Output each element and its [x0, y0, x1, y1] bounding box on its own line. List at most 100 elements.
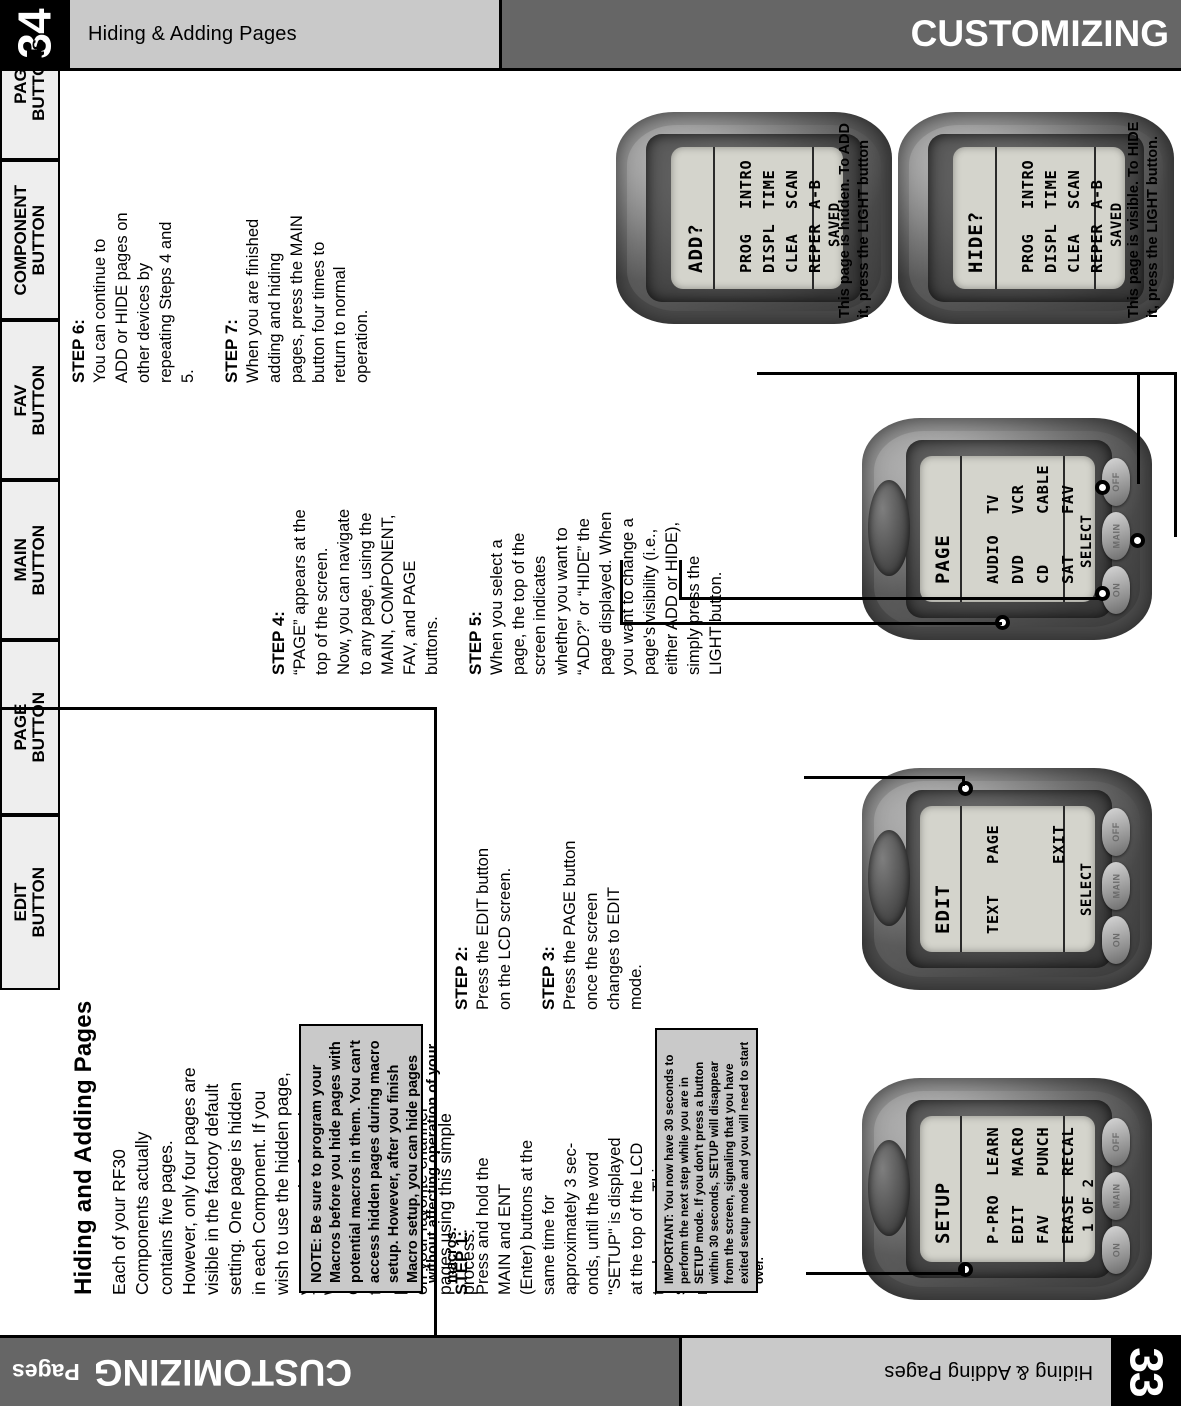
lcd-setup-row3-right: RECAL [1059, 1126, 1077, 1176]
lcd-page-row2-left: CD [1034, 564, 1052, 584]
lcd-setup-row0-right: LEARN [984, 1126, 1002, 1176]
lcd-setup-row1-right: MACRO [1009, 1126, 1027, 1176]
lcd-screen-add: ADD? PROG INTRO DISPL TIME CLEA SCAN REP… [671, 147, 843, 289]
caption-hide-screen: This page is visible. To HIDE it, press … [1126, 121, 1161, 318]
lcd-edit-softkey: SELECT [1079, 862, 1095, 916]
step-4-label: STEP 4: [269, 611, 288, 675]
step-2-label: STEP 2: [452, 946, 471, 1010]
on-button-setup-label: ON [1111, 1242, 1121, 1258]
section-sub-bottom-text: Pages [12, 1359, 80, 1386]
step-5-text: When you select a page, the top of the s… [487, 511, 725, 675]
main-button[interactable]: MAIN [1102, 512, 1130, 560]
step-7-text: When you are finished adding and hiding … [243, 215, 372, 383]
off-button-label: OFF [1111, 472, 1121, 492]
main-button-edit-label: MAIN [1111, 873, 1121, 899]
lcd-edit-title: EDIT [932, 884, 954, 934]
step-2-text: Press the EDIT button on the LCD screen. [474, 847, 514, 1010]
main-button-edit[interactable]: MAIN [1102, 862, 1130, 910]
section-title-bottom: CUSTOMIZING Pages [0, 1338, 679, 1406]
lcd-setup-row1-left: EDIT [1009, 1204, 1027, 1244]
lcd-add-row0-left: PROG [737, 233, 755, 273]
lcd-screen-setup: SETUP P-PRO LEARN EDIT MACRO FAV PUNCH E… [920, 1116, 1095, 1262]
lcd-setup-row3-left: ERASE [1059, 1194, 1077, 1244]
header-rule-bottom [0, 1335, 1181, 1338]
lcd-page-title: PAGE [932, 534, 954, 584]
leader-line-10 [806, 1272, 964, 1275]
steps-column-top: STEP 6: You can continue to ADD or HIDE … [69, 83, 396, 383]
lcd-edit-row0-right: PAGE [984, 824, 1002, 864]
header-rule-top [0, 68, 1181, 71]
lcd-page-row1-right: VCR [1009, 484, 1027, 515]
lcd-page-row0-right: TV [984, 494, 1002, 514]
leader-line-11 [962, 1266, 965, 1276]
leader-line-1 [757, 372, 1177, 375]
running-head-top-text: Hiding & Adding Pages [88, 22, 297, 45]
callout-main-button: MAIN BUTTON [0, 480, 60, 640]
leader-dot-page-button [958, 781, 973, 796]
lcd-hide-softkey: SAVED [1109, 202, 1125, 247]
lcd-page-row0-left: AUDIO [984, 534, 1002, 584]
lcd-hide-row1-left: DISPL [1042, 223, 1060, 273]
lcd-add-row3-left: REPER [806, 223, 824, 273]
remote-device-page: PAGE AUDIO TV DVD VCR CD CABLE SAT FAV S… [862, 418, 1152, 640]
on-button-setup[interactable]: ON [1102, 1226, 1130, 1274]
page-header-bottom: 33 Hiding & Adding Pages CUSTOMIZING Pag… [0, 1338, 1181, 1406]
lcd-add-title: ADD? [685, 223, 707, 273]
leader-line-4 [679, 597, 1099, 600]
callout-component-button-label: COMPONENT BUTTON [11, 184, 48, 296]
step-4-text: “PAGE” appears at the top of the screen.… [291, 508, 441, 675]
step-5-label: STEP 5: [465, 611, 485, 675]
page-title: Hiding and Adding Pages [70, 1000, 97, 1295]
leader-line-7 [620, 560, 623, 625]
section-title-top: CUSTOMIZING [502, 0, 1181, 68]
callout-page-button-label: PAGE BUTTON [11, 692, 48, 763]
important-box: IMPORTANT: You now have 30 seconds to pe… [655, 1028, 766, 1293]
important-box-text: IMPORTANT: You now have 30 seconds to pe… [664, 1041, 766, 1284]
main-button-label: MAIN [1111, 523, 1121, 549]
lcd-hide-row3-left: REPER [1088, 223, 1106, 273]
step-3-label: STEP 3: [538, 946, 558, 1010]
main-button-setup[interactable]: MAIN [1102, 1172, 1130, 1220]
leader-line-5 [679, 560, 682, 600]
leader-line-6 [620, 622, 1002, 625]
callout-edit-button: EDIT BUTTON [0, 815, 60, 990]
lcd-hide-row3-right: A-B [1088, 179, 1106, 210]
off-button-edit[interactable]: OFF [1102, 808, 1130, 856]
step-6-label: STEP 6: [69, 319, 88, 383]
lcd-setup-row2-left: FAV [1034, 1214, 1052, 1245]
callout-fav-button: FAV BUTTON [0, 320, 60, 480]
lcd-setup-softkey: 1 OF 2 [1081, 1178, 1095, 1232]
lcd-add-row2-left: CLEA [783, 233, 801, 273]
lcd-hide-row2-left: CLEA [1065, 233, 1083, 273]
lcd-screen-edit: EDIT TEXT PAGE EXIT SELECT [920, 806, 1095, 952]
leader-line-8 [804, 776, 964, 779]
steps-column-lower-2: STEP 2: Press the EDIT button on the LCD… [452, 680, 670, 1010]
lcd-add-row2-right: SCAN [783, 169, 801, 209]
lcd-setup-title: SETUP [932, 1181, 954, 1244]
off-button-edit-label: OFF [1111, 822, 1121, 842]
step-3-text: Press the PAGE button once the screen ch… [560, 840, 645, 1010]
lcd-page-row3-left: SAT [1059, 554, 1077, 585]
thumb-grip-edit [868, 830, 910, 926]
leader-dot-main [1130, 533, 1145, 548]
steps-column-upper: STEP 4: “PAGE” appears at the top of the… [269, 375, 750, 675]
running-head-bottom: Hiding & Adding Pages [679, 1338, 1111, 1406]
page-number-bottom: 33 [1111, 1338, 1181, 1406]
lcd-page-row2-right: CABLE [1034, 464, 1052, 514]
lcd-add-row1-right: TIME [760, 169, 778, 209]
leader-line-3 [1137, 372, 1140, 484]
leader-line-9 [962, 776, 965, 786]
lcd-add-row3-right: A-B [806, 179, 824, 210]
page-number-bottom-value: 33 [1120, 1347, 1173, 1397]
callout-page-buttons-label: PAGE BUTTONS [11, 39, 48, 121]
page-header-top: 34 Hiding & Adding Pages CUSTOMIZING [0, 0, 1181, 68]
callout-component-button: COMPONENT BUTTON [0, 160, 60, 320]
running-head-top: Hiding & Adding Pages [70, 0, 502, 68]
callout-fav-button-label: FAV BUTTON [11, 364, 48, 436]
leader-dot-page-buttons [1095, 480, 1110, 495]
on-button-edit[interactable]: ON [1102, 916, 1130, 964]
callout-page-button: PAGE BUTTON [0, 640, 60, 815]
off-button-setup-label: OFF [1111, 1132, 1121, 1152]
off-button-setup[interactable]: OFF [1102, 1118, 1130, 1166]
step-6-text: You can continue to ADD or HIDE pages on… [91, 212, 197, 383]
